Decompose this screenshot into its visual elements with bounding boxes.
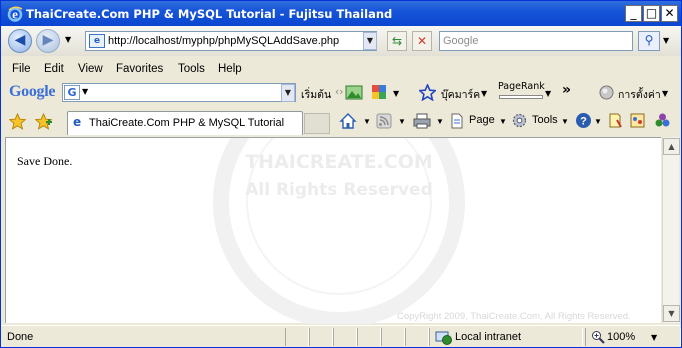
- popup-dropdown-icon[interactable]: ▼: [393, 89, 399, 98]
- watermark-line1: THAICREATE.COM: [245, 151, 433, 173]
- google-box-dropdown-button[interactable]: ▼: [281, 84, 295, 102]
- browser-window: e ThaiCreate.Com PHP & MySQL Tutorial - …: [0, 0, 682, 348]
- search-button[interactable]: ⚲: [638, 31, 660, 51]
- tools-gear-icon[interactable]: [511, 112, 528, 129]
- new-tab-button[interactable]: [304, 113, 330, 134]
- tab-bar: e ThaiCreate.Com PHP & MySQL Tutorial ▼ …: [1, 108, 681, 136]
- google-g-icon[interactable]: G: [64, 85, 80, 100]
- page-menu[interactable]: Page: [469, 114, 495, 126]
- forward-arrow-icon: ▶: [42, 32, 54, 48]
- print-dropdown-icon[interactable]: ▼: [436, 117, 444, 126]
- favorites-star-icon[interactable]: [9, 113, 26, 130]
- page-menu-icon[interactable]: [449, 113, 465, 129]
- maximize-button[interactable]: □: [643, 5, 660, 22]
- back-button[interactable]: ◀: [8, 29, 32, 53]
- scroll-up-button[interactable]: ▲: [663, 138, 680, 155]
- navigation-bar: ◀ ▶ ▼ e http://localhost/myphp/phpMySQLA…: [1, 26, 681, 56]
- research-icon[interactable]: [607, 112, 623, 129]
- menu-help[interactable]: Help: [218, 63, 242, 75]
- svg-text:e: e: [12, 7, 18, 22]
- home-icon[interactable]: [339, 112, 357, 130]
- settings-menu[interactable]: การตั้งค่า: [618, 86, 661, 103]
- status-bar: Done Local intranet 100% ▼: [1, 325, 681, 347]
- save-done-message: Save Done.: [17, 154, 73, 168]
- pagerank-bar: [499, 95, 543, 99]
- ie-logo-icon: e: [7, 7, 23, 22]
- pagerank-label[interactable]: PageRank: [498, 81, 545, 92]
- menu-favorites[interactable]: Favorites: [116, 63, 163, 75]
- extensions-icon[interactable]: [654, 112, 671, 129]
- bookmark-star-icon[interactable]: [419, 84, 436, 101]
- tab-active[interactable]: e ThaiCreate.Com PHP & MySQL Tutorial: [67, 111, 303, 135]
- menu-tools[interactable]: Tools: [178, 63, 205, 75]
- svg-text:?: ?: [580, 116, 587, 128]
- feeds-dropdown-icon[interactable]: ▼: [398, 117, 406, 126]
- zoom-dropdown-icon[interactable]: ▼: [651, 333, 657, 342]
- google-toolbar-arrows: ‹›: [335, 86, 344, 98]
- search-input[interactable]: Google: [439, 31, 633, 51]
- home-dropdown-icon[interactable]: ▼: [363, 117, 371, 126]
- bookmarks-menu[interactable]: บุ๊คมาร์ค: [441, 86, 480, 103]
- close-icon: ✕: [664, 6, 675, 20]
- menu-bar: File Edit View Favorites Tools Help: [1, 58, 681, 80]
- tools-dropdown-icon[interactable]: ▼: [561, 117, 569, 126]
- watermark-line2: All Rights Reserved: [245, 180, 433, 200]
- address-url[interactable]: http://localhost/myphp/phpMySQLAddSave.p…: [108, 35, 339, 47]
- forward-button[interactable]: ▶: [36, 29, 60, 53]
- tab-page-icon: e: [73, 115, 82, 129]
- page-content: THAICREATE.COM All Rights Reserved Save …: [5, 137, 661, 324]
- title-bar[interactable]: e ThaiCreate.Com PHP & MySQL Tutorial - …: [1, 1, 681, 26]
- security-zone[interactable]: Local intranet: [455, 331, 521, 343]
- image-search-icon[interactable]: [345, 85, 363, 100]
- history-dropdown-icon[interactable]: ▼: [65, 35, 71, 44]
- address-bar[interactable]: e http://localhost/myphp/phpMySQLAddSave…: [85, 31, 377, 51]
- add-favorites-icon[interactable]: [35, 113, 53, 130]
- menu-edit[interactable]: Edit: [44, 63, 64, 75]
- page-icon: e: [89, 34, 105, 48]
- tools-menu[interactable]: Tools: [532, 114, 558, 126]
- vertical-scrollbar[interactable]: ▲ ▼: [662, 137, 680, 323]
- stop-button[interactable]: ✕: [412, 31, 432, 51]
- feeds-icon[interactable]: [376, 113, 392, 129]
- stop-icon: ✕: [416, 34, 428, 48]
- print-icon[interactable]: [413, 113, 431, 129]
- tab-title: ThaiCreate.Com PHP & MySQL Tutorial: [89, 117, 285, 129]
- refresh-icon: ⇆: [391, 34, 403, 48]
- menu-file[interactable]: File: [12, 63, 31, 75]
- more-chevron-icon[interactable]: »: [562, 82, 571, 98]
- refresh-button[interactable]: ⇆: [387, 31, 407, 51]
- scroll-down-button[interactable]: ▼: [663, 305, 680, 322]
- maximize-icon: □: [645, 6, 658, 20]
- google-logo[interactable]: Google: [9, 83, 56, 101]
- search-options-dropdown-icon[interactable]: ▼: [663, 36, 669, 45]
- google-search-start-button[interactable]: เริ่มต้น: [301, 86, 331, 103]
- close-button[interactable]: ✕: [661, 5, 678, 22]
- search-icon: ⚲: [644, 33, 654, 47]
- minimize-button[interactable]: _: [625, 5, 642, 22]
- back-arrow-icon: ◀: [14, 32, 26, 48]
- status-text: Done: [7, 331, 34, 343]
- popup-blocker-icon[interactable]: [371, 84, 387, 100]
- zoom-level[interactable]: 100%: [607, 331, 635, 343]
- bookmarks-dropdown-icon[interactable]: ▼: [481, 89, 487, 98]
- watermark: THAICREATE.COM All Rights Reserved: [213, 138, 465, 324]
- settings-circle-icon[interactable]: [599, 85, 614, 100]
- copyright-text: CopyRight 2009, ThaiCreate.Com, All Righ…: [397, 311, 631, 322]
- menu-view[interactable]: View: [78, 63, 103, 75]
- messenger-icon[interactable]: [629, 112, 646, 129]
- minimize-icon: _: [630, 6, 637, 20]
- help-icon[interactable]: ?: [575, 112, 592, 129]
- settings-dropdown-icon[interactable]: ▼: [662, 89, 668, 98]
- pagerank-dropdown-icon[interactable]: ▼: [545, 89, 551, 98]
- help-dropdown-icon[interactable]: ▼: [594, 117, 602, 126]
- zoom-icon[interactable]: [591, 330, 605, 344]
- address-dropdown-button[interactable]: ▼: [363, 32, 377, 50]
- google-g-dropdown-icon[interactable]: ▼: [82, 87, 88, 96]
- intranet-globe-icon: [435, 331, 452, 345]
- google-toolbar: Google G ▼ ▼ เริ่มต้น ‹› ▼ บุ๊คมาร์ค ▼ P…: [1, 80, 681, 106]
- page-dropdown-icon[interactable]: ▼: [499, 117, 507, 126]
- google-toolbar-search-box[interactable]: G ▼: [62, 83, 296, 102]
- window-title: ThaiCreate.Com PHP & MySQL Tutorial - Fu…: [26, 7, 393, 21]
